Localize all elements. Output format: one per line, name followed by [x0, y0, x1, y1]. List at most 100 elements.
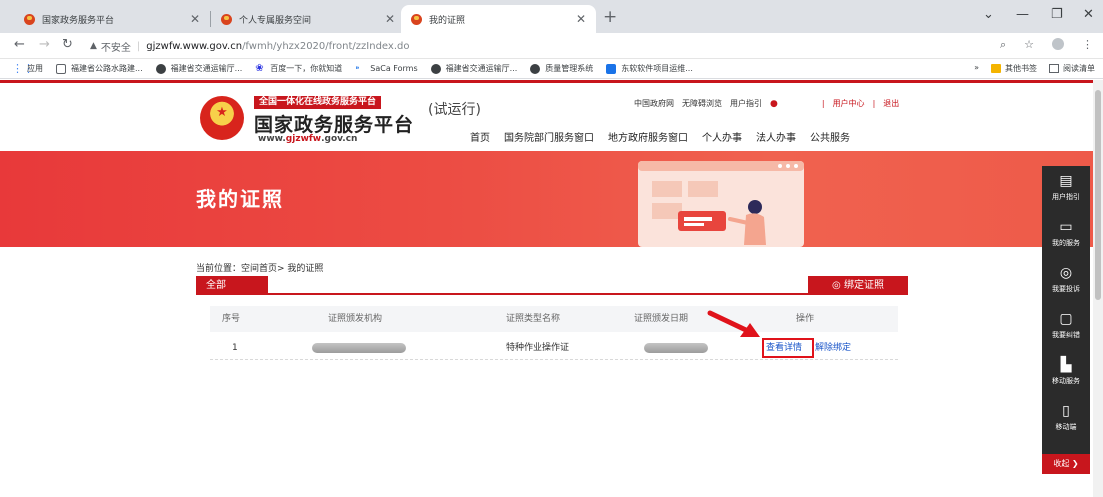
- sidebar-label: 我要纠错: [1052, 331, 1080, 339]
- sidebar-item-user-guide[interactable]: ▤ 用户指引: [1042, 166, 1090, 212]
- menu-kebab-icon[interactable]: ⋮: [1082, 38, 1093, 52]
- site-url-text: www.gjzwfw.gov.cn: [258, 134, 357, 144]
- bookmark-label: 福建省交通运输厅...: [170, 64, 243, 73]
- sidebar-item-mobile-service[interactable]: ▙ 移动服务: [1042, 350, 1090, 396]
- main-nav: 首页 国务院部门服务窗口 地方政府服务窗口 个人办事 法人办事 公共服务: [470, 129, 850, 144]
- apps-grid-icon: ⋮⋮: [12, 61, 34, 75]
- reading-list[interactable]: 阅读清单: [1049, 63, 1095, 74]
- link-divider: |: [821, 99, 825, 108]
- sidebar-item-mobile[interactable]: ▯ 移动端: [1042, 396, 1090, 442]
- neusoft-icon: [606, 63, 617, 74]
- close-window-icon[interactable]: ✕: [1083, 7, 1094, 22]
- page-title: 我的证照: [196, 187, 284, 211]
- sidebar-item-my-service[interactable]: ▭ 我的服务: [1042, 212, 1090, 258]
- close-tab-icon[interactable]: ✕: [190, 12, 200, 26]
- bookmark-item[interactable]: 福建省交通运输厅...: [430, 63, 518, 74]
- bookmark-item[interactable]: 质量管理系统: [530, 63, 593, 74]
- forward-arrow-icon[interactable]: →: [39, 37, 50, 52]
- gov-favicon-icon: [24, 13, 35, 25]
- page-scrollbar[interactable]: [1093, 80, 1103, 497]
- user-center-link[interactable]: 用户中心: [833, 98, 865, 109]
- close-tab-icon[interactable]: ✕: [385, 12, 395, 26]
- globe-icon: [430, 63, 441, 74]
- other-bookmarks[interactable]: 其他书签: [991, 63, 1037, 74]
- top-links: 中国政府网 无障碍浏览 用户指引 ● | 用户中心 | 退出: [634, 98, 899, 109]
- col-date: 证照颁发日期: [634, 314, 689, 324]
- warning-triangle-icon: ▲: [90, 41, 97, 51]
- bookmarks-bar: ⋮⋮ 应用 福建省公路水路建... 福建省交通运输厅... ❀ 百度一下，你就知…: [0, 59, 1103, 79]
- bookmark-item[interactable]: 福建省公路水路建...: [56, 63, 143, 74]
- reading-list-icon: [1049, 64, 1059, 73]
- unbind-link[interactable]: 解除绑定: [815, 336, 851, 360]
- national-emblem-icon[interactable]: [200, 96, 244, 140]
- sidebar-collapse-button[interactable]: 收起 ❯: [1042, 454, 1090, 474]
- scrollbar-thumb[interactable]: [1095, 90, 1101, 300]
- minimize-window-icon[interactable]: —: [1016, 7, 1029, 22]
- highlight-box: [762, 338, 814, 358]
- reload-icon[interactable]: ↻: [62, 37, 73, 52]
- tab-underline: [196, 293, 908, 295]
- service-icon: ▭: [1059, 219, 1073, 235]
- bookmark-apps[interactable]: ⋮⋮ 应用: [12, 63, 43, 74]
- zoom-magnifier-icon[interactable]: ⌕: [1000, 38, 1006, 52]
- table-header: 序号 证照颁发机构 证照类型名称 证照颁发日期 操作: [210, 306, 898, 332]
- nav-state-council[interactable]: 国务院部门服务窗口: [504, 129, 594, 144]
- gov-link[interactable]: 中国政府网: [634, 98, 674, 109]
- nav-public-service[interactable]: 公共服务: [810, 129, 850, 144]
- tab-title: 个人专属服务空间: [239, 15, 312, 26]
- new-tab-icon[interactable]: +: [603, 7, 617, 27]
- url-field[interactable]: ▲ 不安全 | gjzwfw.www.gov.cn /fwmh/yhzx2020…: [90, 36, 995, 56]
- reading-list-label: 阅读清单: [1063, 64, 1095, 73]
- mobile-icon: ▯: [1062, 403, 1070, 419]
- barrier-free-link[interactable]: 无障碍浏览: [682, 98, 722, 109]
- sidebar-label: 移动服务: [1052, 377, 1080, 385]
- browser-tab-3-active[interactable]: 我的证照 ✕: [401, 5, 596, 33]
- cell-type-name: 特种作业操作证: [506, 343, 570, 353]
- nav-corporate[interactable]: 法人办事: [756, 129, 796, 144]
- bookmark-label: 福建省公路水路建...: [71, 64, 143, 73]
- col-actions: 操作: [796, 314, 815, 324]
- bind-license-button[interactable]: ◎ 绑定证照: [808, 276, 908, 295]
- browser-tab-strip: 国家政务服务平台 ✕ 个人专属服务空间 ✕ 我的证照 ✕ + ⌄ — ❐ ✕: [0, 0, 1103, 33]
- tab-search-chevron-icon[interactable]: ⌄: [983, 7, 994, 22]
- baidu-paw-icon: ❀: [255, 62, 264, 74]
- sidebar-item-complaint[interactable]: ◎ 我要投诉: [1042, 258, 1090, 304]
- tab-title: 国家政务服务平台: [42, 15, 115, 26]
- browser-tab-1[interactable]: 国家政务服务平台 ✕: [14, 5, 210, 33]
- url-divider: |: [136, 40, 141, 52]
- sidebar-label: 我的服务: [1052, 239, 1080, 247]
- bookmark-star-icon[interactable]: ☆: [1024, 38, 1034, 52]
- nav-personal[interactable]: 个人办事: [702, 129, 742, 144]
- nav-local-gov[interactable]: 地方政府服务窗口: [608, 129, 688, 144]
- bookmark-label: 福建省交通运输厅...: [445, 64, 518, 73]
- url-path: /fwmh/yhzx2020/front/zzIndex.do: [242, 40, 410, 52]
- gov-favicon-icon: [411, 13, 422, 25]
- page-viewport: 全国一体化在线政务服务平台 国家政务服务平台 www.gjzwfw.gov.cn…: [0, 80, 1103, 497]
- close-tab-icon[interactable]: ✕: [576, 12, 586, 26]
- logout-link[interactable]: 退出: [883, 98, 899, 109]
- omnibox-actions: ⌕ ☆ ⋮: [1000, 38, 1093, 52]
- trial-label: (试运行): [428, 102, 481, 118]
- link-divider: |: [872, 99, 876, 108]
- profile-avatar-icon[interactable]: [1052, 38, 1064, 50]
- nav-home[interactable]: 首页: [470, 129, 490, 144]
- bookmark-item[interactable]: 东软软件项目运维...: [606, 63, 693, 74]
- site-header: 全国一体化在线政务服务平台 国家政务服务平台 www.gjzwfw.gov.cn…: [0, 83, 1103, 151]
- sidebar-item-correction[interactable]: ▢ 我要纠错: [1042, 304, 1090, 350]
- url-suffix: .gov.cn: [321, 134, 358, 144]
- bookmark-item[interactable]: 福建省交通运输厅...: [155, 63, 243, 74]
- more-bookmarks-chevron-icon[interactable]: »: [974, 63, 979, 74]
- platform-tagline: 全国一体化在线政务服务平台: [254, 96, 382, 109]
- user-guide-link[interactable]: 用户指引: [730, 98, 762, 109]
- person-icon: ●: [770, 98, 778, 109]
- bookmark-label: 应用: [27, 64, 43, 73]
- restore-window-icon[interactable]: ❐: [1051, 7, 1063, 22]
- bookmark-item[interactable]: ⁍ SaCa Forms: [355, 64, 417, 74]
- sidebar-label: 移动端: [1055, 423, 1077, 431]
- complaint-icon: ◎: [1059, 265, 1073, 281]
- back-arrow-icon[interactable]: ←: [14, 37, 25, 52]
- browser-tab-2[interactable]: 个人专属服务空间 ✕: [211, 5, 405, 33]
- bookmark-item[interactable]: ❀ 百度一下，你就知道: [255, 63, 342, 74]
- site-logo-text[interactable]: 国家政务服务平台: [254, 110, 414, 137]
- table-row: 1 特种作业操作证 查看详情 解除绑定: [210, 336, 898, 360]
